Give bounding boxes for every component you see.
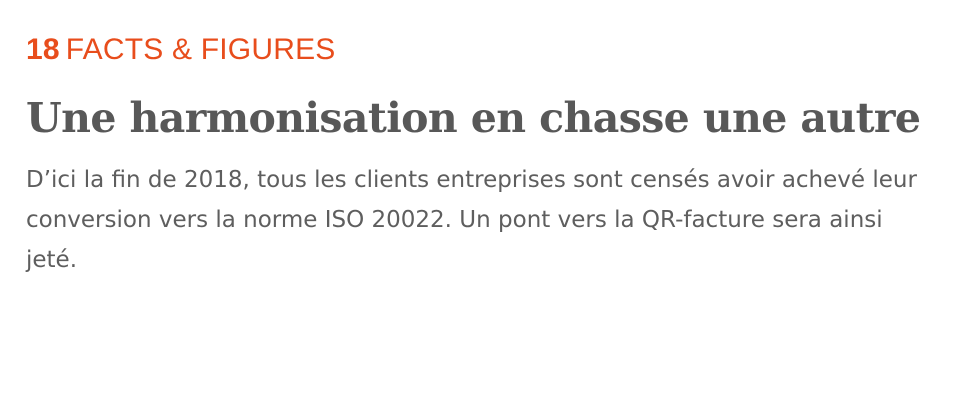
article: 18 FACTS & FIGURES Une harmonisation en c… (26, 30, 938, 280)
page-number: 18 (26, 33, 60, 66)
section-kicker: 18 FACTS & FIGURES (26, 30, 938, 70)
section-label: FACTS & FIGURES (65, 33, 336, 66)
article-headline: Une harmonisation en chasse une autre (26, 94, 921, 142)
article-lead: D’ici la fin de 2018, tous les clients e… (26, 167, 917, 273)
